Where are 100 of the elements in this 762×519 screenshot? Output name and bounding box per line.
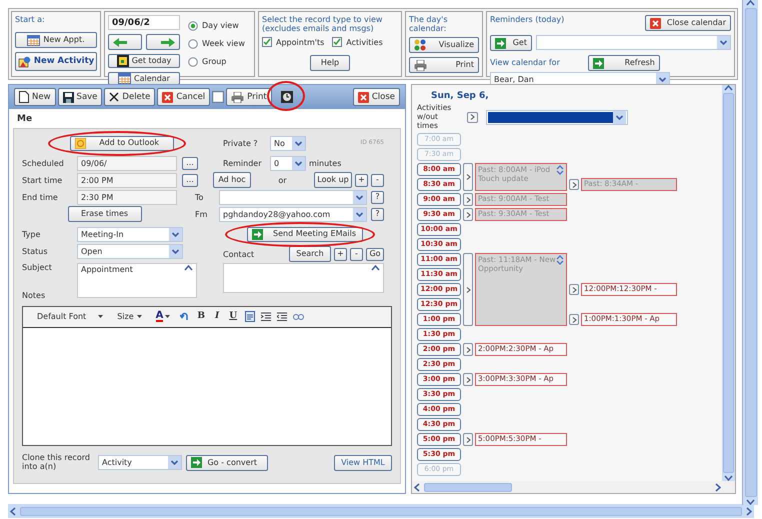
chevron-icon [466,436,470,443]
ad-hoc-button[interactable]: Ad hoc [213,172,251,188]
picker-button[interactable]: ... [182,156,198,170]
vertical-scrollbar[interactable] [722,85,735,481]
expand-button[interactable] [467,112,478,123]
time-field[interactable]: 2:30 PM [77,190,177,205]
expand-button[interactable] [463,343,473,356]
dropdown-caret-icon [168,456,181,470]
record-type-caption: Select the record type to view (excludes emails and msgs) [262,15,384,34]
radio-button[interactable] [188,21,198,31]
date-field[interactable]: 09/06/ [77,156,177,171]
checkbox-label[interactable]: Activities [346,38,383,47]
arrow-icon [252,228,263,240]
italic-button[interactable]: I [212,308,222,325]
calendar-button[interactable]: Calendar [108,72,180,85]
activity-dropdown[interactable] [486,110,628,125]
scrollbar-thumb[interactable] [424,482,512,492]
help-button[interactable]: ? [371,190,384,204]
dropdown-caret-icon [613,110,626,124]
checkbox-label[interactable]: Appointm'ts [276,38,324,47]
radio-label[interactable]: Week view [202,39,245,49]
new-activity-button[interactable]: New Activity [15,52,97,72]
help-button[interactable]: Help [310,55,350,72]
contact-field[interactable] [223,263,384,294]
right-arrow-icon [161,38,175,46]
scroll-up-icon [371,265,380,272]
chevron-icon [466,174,470,180]
cancel-button[interactable]: Cancel [157,88,210,106]
section-label: Reminders (today) [490,15,564,24]
chevron-icon [572,286,576,293]
chevron-icon [466,376,470,383]
delete-button[interactable]: Delete [104,88,156,106]
record-type-dropdown[interactable]: Activity [98,455,182,470]
remove-button[interactable]: - [350,248,363,261]
scroll-up-icon [184,265,193,272]
close-calendar-button[interactable]: Close calendar [645,15,731,31]
horizontal-scrollbar[interactable] [412,481,735,493]
size-dropdown[interactable]: Size [113,308,146,325]
bold-button[interactable]: B [195,308,207,325]
underline-button[interactable]: U [227,308,240,325]
look-up-button[interactable]: Look up [314,172,352,188]
scroll-down-icon [746,499,755,505]
radio-button[interactable] [188,57,198,67]
expand-button[interactable] [569,284,579,296]
type-dropdown[interactable]: Meeting-In [77,226,183,242]
go-button[interactable]: Go [366,248,384,261]
checkbox[interactable] [212,91,224,103]
next-day-button[interactable] [146,34,180,50]
expand-button[interactable] [569,179,579,190]
add-button[interactable]: + [334,248,347,261]
save-button[interactable]: Save [58,88,102,106]
vertical-scrollbar[interactable] [742,0,758,505]
expand-button[interactable] [569,314,579,326]
refresh-button[interactable]: Refresh [588,55,660,71]
go-convert-button[interactable]: Go - convert [186,454,268,471]
expand-button[interactable] [463,253,473,326]
radio-label[interactable]: Group [202,57,226,67]
send-meeting-emails-button[interactable]: Send Meeting EMails [247,226,363,242]
print-button[interactable]: Print [226,88,272,106]
close-icon [358,92,369,102]
new-button[interactable]: New [14,88,56,106]
text-color-button[interactable]: A [152,308,174,325]
picker-button[interactable]: ... [182,174,198,187]
scrollbar-thumb[interactable] [20,506,742,516]
expand-button[interactable] [463,373,473,386]
close-button[interactable]: Close [352,88,400,106]
expand-button[interactable] [463,433,473,446]
calendar-day-icon [116,55,129,67]
search-button[interactable]: Search [289,246,331,262]
horizontal-scrollbar[interactable] [8,504,754,518]
dropdown-caret-icon [353,190,366,204]
time-field[interactable]: 2:00 PM [77,172,177,188]
scrollbar-thumb[interactable] [744,8,756,497]
reminder-dropdown[interactable]: 0 [270,156,306,171]
date-field[interactable]: 09/06/2 [108,15,180,30]
erase-times-button[interactable]: Erase times [68,206,142,222]
print-button[interactable]: Print [409,57,479,73]
scrollbar-thumb[interactable] [723,93,734,473]
expand-button[interactable] [463,208,473,222]
checkbox[interactable] [262,37,272,48]
private-dropdown[interactable]: No [270,136,306,151]
previous-day-button[interactable] [108,34,142,50]
view-html-button[interactable]: View HTML [334,454,392,471]
subject-field[interactable]: Appointment [77,263,197,298]
add-to-outlook-button[interactable]: Add to Outlook [70,136,174,151]
new-appointment-button[interactable]: New Appt. [15,32,97,48]
from-dropdown[interactable]: pghdandoy28@yahoo.com [219,206,367,222]
checkbox[interactable] [332,37,342,48]
radio-button[interactable] [188,39,198,49]
add-button[interactable]: + [355,174,368,187]
remove-button[interactable]: - [371,174,384,187]
help-button[interactable]: ? [371,208,384,221]
font-dropdown[interactable]: Default Font [33,308,108,325]
expand-button[interactable] [463,163,473,192]
status-dropdown[interactable]: Open [77,244,183,259]
visualize-button[interactable]: Visualize [409,37,479,54]
radio-label[interactable]: Day view [202,21,239,31]
get-button[interactable]: Get [490,35,532,51]
get-today-button[interactable]: Get today [108,54,180,68]
expand-button[interactable] [463,193,473,206]
